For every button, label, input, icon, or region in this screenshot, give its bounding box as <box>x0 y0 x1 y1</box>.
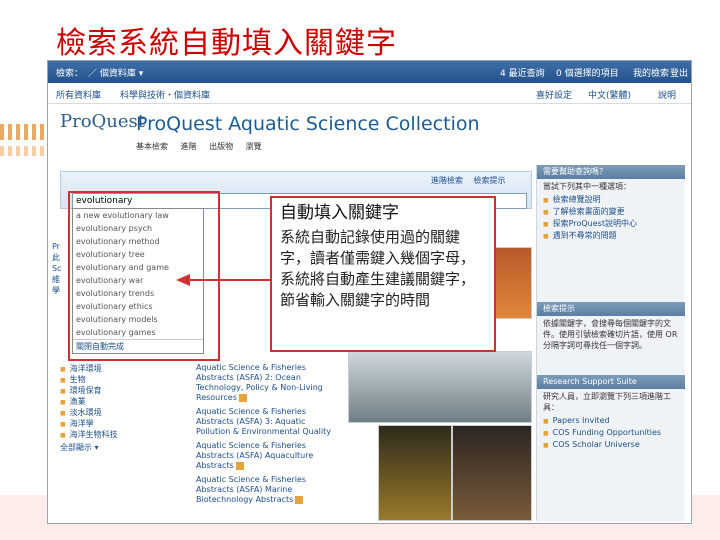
search-label: 檢索： <box>56 69 84 79</box>
collection-item[interactable]: Aquatic Science & Fisheries Abstracts (A… <box>196 441 336 471</box>
secondary-navigation-bar: 所有資料庫 科學與技術・個資料庫 喜好設定 中文(繁體) 說明 <box>48 83 691 104</box>
left-partial-text: Pr <box>52 242 60 251</box>
collection-item[interactable]: Aquatic Science & Fisheries Abstracts (A… <box>196 363 336 403</box>
collection-item[interactable]: Aquatic Science & Fisheries Abstracts (A… <box>196 407 336 437</box>
subject-databases-link[interactable]: 科學與技術・個資料庫 <box>120 88 210 101</box>
basic-search-link[interactable]: 基本檢索 <box>136 142 168 151</box>
research-support-link[interactable]: COS Funding Opportunities <box>537 427 685 439</box>
help-header: 需要幫助查詢嗎？ <box>537 165 685 179</box>
subject-item[interactable]: 海洋生物科技 <box>60 429 118 440</box>
info-icon[interactable] <box>238 393 247 402</box>
help-link-item[interactable]: 了解檢索畫面的變更 <box>537 206 685 218</box>
subject-item[interactable]: 環境保育 <box>60 385 118 396</box>
collection-line: Abstracts (ASFA) 3: Aquatic <box>196 417 306 426</box>
collection-line: Pollution & Environmental Quality <box>196 427 331 436</box>
collection-line: Biotechnology Abstracts <box>196 495 294 504</box>
collection-line: Aquatic Science & Fisheries <box>196 475 307 484</box>
collection-line: Abstracts (ASFA) Marine <box>196 485 293 494</box>
search-panel-links: 進階檢索 檢索提示 <box>431 175 506 186</box>
research-support-link[interactable]: COS Scholar Universe <box>537 439 685 451</box>
decorative-stripe-secondary <box>0 146 50 156</box>
database-menu[interactable]: ／ 個資料庫 ▾ <box>88 66 143 79</box>
right-sidebar: 需要幫助查詢嗎？ 嘗試下列其中一種選項： 檢索總覽說明 了解檢索畫面的變更 探索… <box>536 165 685 521</box>
left-partial-column: Pr 此 Sc 維 學 <box>52 241 61 296</box>
marked-items-link[interactable]: 0 個選擇的項目 <box>556 66 619 79</box>
browse-link[interactable]: 瀏覽 <box>246 142 262 151</box>
left-partial-text: Sc <box>52 264 62 273</box>
collection-title: ProQuest Aquatic Science Collection <box>136 113 480 135</box>
advanced-search-panel-link[interactable]: 進階檢索 <box>431 176 463 185</box>
left-partial-text: 學 <box>52 286 60 295</box>
kelp-photo <box>378 425 452 521</box>
collection-item[interactable]: Aquatic Science & Fisheries Abstracts (A… <box>196 475 336 505</box>
top-navigation-bar: 檢索： ／ 個資料庫 ▾ 4 最近查詢 0 個選擇的項目 我的檢索 登出 <box>48 61 691 83</box>
collection-line: Aquatic Science & Fisheries <box>196 441 307 450</box>
collection-line: Abstracts <box>196 461 234 470</box>
collection-list: Aquatic Science & Fisheries Abstracts (A… <box>196 363 336 509</box>
publications-link[interactable]: 出版物 <box>209 142 233 151</box>
proquest-logo[interactable]: ProQuest <box>60 111 145 132</box>
tips-header: 檢索提示 <box>537 302 685 316</box>
preferences-link[interactable]: 喜好設定 <box>536 88 572 101</box>
collection-line: Abstracts (ASFA) Aquaculture <box>196 451 314 460</box>
collection-line: Resources <box>196 393 237 402</box>
research-support-link[interactable]: Papers Invited <box>537 415 685 427</box>
recent-searches-link[interactable]: 4 最近查詢 <box>500 66 545 79</box>
collection-line: Abstracts (ASFA) 2: Ocean <box>196 373 301 382</box>
language-selector[interactable]: 中文(繁體) <box>588 88 631 101</box>
show-all-subjects-link[interactable]: 全部顯示 ▾ <box>60 442 118 453</box>
subject-item[interactable]: 漁業 <box>60 396 118 407</box>
info-icon[interactable] <box>295 495 304 504</box>
callout-body: 系統自動記錄使用過的關鍵字，讀者僅需鍵入幾個字母，系統將自動產生建議關鍵字，節省… <box>280 228 476 309</box>
annotation-callout: 自動填入關鍵字 系統自動記錄使用過的關鍵字，讀者僅需鍵入幾個字母，系統將自動產生… <box>270 196 496 352</box>
slide-title: 檢索系統自動填入關鍵字 <box>56 26 397 61</box>
seal-photo <box>348 351 532 423</box>
collection-line: Technology, Policy & Non-Living <box>196 383 323 392</box>
my-research-link[interactable]: 我的檢索 <box>633 66 669 79</box>
advanced-search-link[interactable]: 進階 <box>181 142 197 151</box>
lionfish-photo <box>452 425 532 521</box>
help-intro: 嘗試下列其中一種選項： <box>543 182 631 191</box>
help-link-item[interactable]: 探索ProQuest說明中心 <box>537 218 685 230</box>
subject-list: 海洋環境 生物 環境保育 漁業 淡水環境 海洋學 海洋生物科技 全部顯示 ▾ <box>60 363 118 453</box>
info-icon[interactable] <box>235 461 244 470</box>
collection-line: Aquatic Science & Fisheries <box>196 407 307 416</box>
subject-item[interactable]: 生物 <box>60 374 118 385</box>
collection-line: Aquatic Science & Fisheries <box>196 363 307 372</box>
search-tips-link[interactable]: 檢索提示 <box>474 176 506 185</box>
all-databases-link[interactable]: 所有資料庫 <box>56 88 101 101</box>
research-support-header: Research Support Suite <box>537 375 685 389</box>
callout-title: 自動填入關鍵字 <box>280 203 399 223</box>
decorative-stripe <box>0 124 50 140</box>
subject-item[interactable]: 海洋環境 <box>60 363 118 374</box>
subject-item[interactable]: 淡水環境 <box>60 407 118 418</box>
research-support-text: 研究人員，立即瀏覽下列三項進階工具： <box>543 392 671 412</box>
pointer-arrow-icon <box>176 274 270 286</box>
help-link-item[interactable]: 遇到不尋常的問題 <box>537 230 685 242</box>
logout-link[interactable]: 登出 <box>670 66 688 79</box>
help-link[interactable]: 說明 <box>658 88 676 101</box>
left-partial-text: 此 <box>52 253 60 262</box>
left-partial-text: 維 <box>52 275 60 284</box>
search-mode-links: 基本檢索 進階 出版物 瀏覽 <box>136 141 272 152</box>
subject-item[interactable]: 海洋學 <box>60 418 118 429</box>
tips-text: 依據關鍵字，會搜尋每個關鍵字的文件。使用引號檢索確切片語，使用 OR 分隔字詞可… <box>543 319 678 350</box>
help-link-item[interactable]: 檢索總覽說明 <box>537 194 685 206</box>
